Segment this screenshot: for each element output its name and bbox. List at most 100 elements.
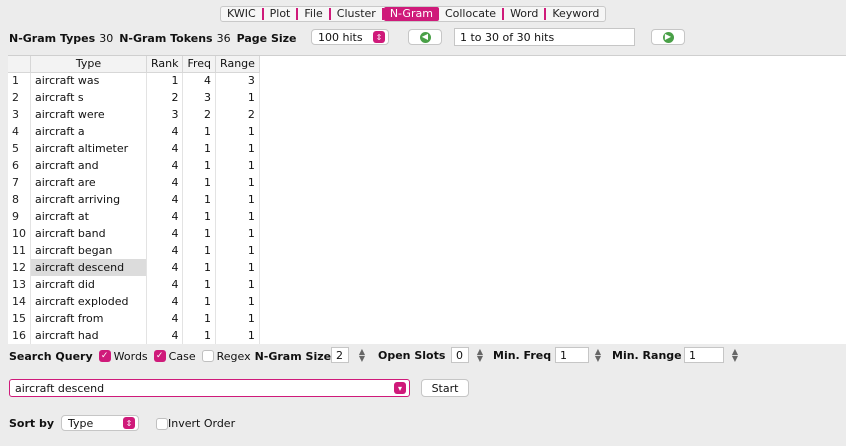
row-index[interactable]: 13 bbox=[8, 276, 31, 293]
row-freq[interactable]: 1 bbox=[182, 276, 217, 293]
min-range-stepper-icon[interactable]: ▲ ▼ bbox=[730, 347, 740, 363]
row-range[interactable]: 1 bbox=[215, 123, 260, 140]
table-row[interactable]: 14 aircraft exploded 4 1 1 bbox=[8, 293, 260, 310]
tab-cluster[interactable]: Cluster bbox=[331, 7, 382, 21]
row-rank[interactable]: 4 bbox=[146, 310, 184, 327]
tab-kwic[interactable]: KWIC bbox=[221, 7, 262, 21]
row-rank[interactable]: 4 bbox=[146, 174, 184, 191]
table-row[interactable]: 6 aircraft and 4 1 1 bbox=[8, 157, 260, 174]
row-freq[interactable]: 1 bbox=[182, 123, 217, 140]
chevron-down-icon[interactable]: ▾ bbox=[394, 382, 406, 394]
ngram-size-spinner[interactable]: 2 bbox=[331, 347, 349, 363]
table-row[interactable]: 15 aircraft from 4 1 1 bbox=[8, 310, 260, 327]
row-freq[interactable]: 1 bbox=[182, 208, 217, 225]
row-rank[interactable]: 4 bbox=[146, 123, 184, 140]
row-rank[interactable]: 2 bbox=[146, 89, 184, 106]
row-rank[interactable]: 4 bbox=[146, 259, 184, 276]
row-type[interactable]: aircraft s bbox=[30, 89, 147, 106]
open-slots-spinner[interactable]: 0 bbox=[451, 347, 469, 363]
row-rank[interactable]: 4 bbox=[146, 293, 184, 310]
min-range-spinner[interactable]: 1 bbox=[684, 347, 724, 363]
row-range[interactable]: 1 bbox=[215, 259, 260, 276]
search-query-input[interactable]: aircraft descend ▾ bbox=[9, 379, 410, 397]
row-rank[interactable]: 4 bbox=[146, 208, 184, 225]
table-row[interactable]: 3 aircraft were 3 2 2 bbox=[8, 106, 260, 123]
row-index[interactable]: 6 bbox=[8, 157, 31, 174]
row-rank[interactable]: 4 bbox=[146, 191, 184, 208]
row-type[interactable]: aircraft exploded bbox=[30, 293, 147, 310]
row-freq[interactable]: 1 bbox=[182, 225, 217, 242]
table-row[interactable]: 7 aircraft are 4 1 1 bbox=[8, 174, 260, 191]
row-type[interactable]: aircraft had bbox=[30, 327, 147, 344]
row-freq[interactable]: 1 bbox=[182, 140, 217, 157]
table-row[interactable]: 4 aircraft a411 bbox=[8, 123, 260, 140]
row-type[interactable]: aircraft at bbox=[30, 208, 147, 225]
row-rank[interactable]: 4 bbox=[146, 225, 184, 242]
row-freq[interactable]: 1 bbox=[182, 327, 217, 344]
row-type[interactable]: aircraft a bbox=[30, 123, 147, 140]
start-button[interactable]: Start bbox=[421, 379, 469, 397]
row-freq[interactable]: 3 bbox=[182, 89, 217, 106]
row-freq[interactable]: 4 bbox=[182, 72, 217, 89]
row-rank[interactable]: 4 bbox=[146, 276, 184, 293]
row-freq[interactable]: 1 bbox=[182, 242, 217, 259]
row-type[interactable]: aircraft band bbox=[30, 225, 147, 242]
row-range[interactable]: 1 bbox=[215, 293, 260, 310]
regex-checkbox[interactable] bbox=[201, 350, 214, 362]
row-range[interactable]: 3 bbox=[215, 72, 260, 89]
row-type[interactable]: aircraft did bbox=[30, 276, 147, 293]
table-row[interactable]: 16 aircraft had 4 1 1 bbox=[8, 327, 260, 344]
row-index[interactable]: 7 bbox=[8, 174, 31, 191]
row-freq[interactable]: 1 bbox=[182, 157, 217, 174]
row-range[interactable]: 1 bbox=[215, 191, 260, 208]
row-type[interactable]: aircraft descend bbox=[30, 259, 147, 276]
min-freq-spinner[interactable]: 1 bbox=[555, 347, 589, 363]
row-freq[interactable]: 1 bbox=[182, 174, 217, 191]
table-row[interactable]: 9 aircraft at 4 1 1 bbox=[8, 208, 260, 225]
row-type[interactable]: aircraft began bbox=[30, 242, 147, 259]
table-row[interactable]: 1 aircraft was 1 4 3 bbox=[8, 72, 260, 89]
row-range[interactable]: 1 bbox=[215, 310, 260, 327]
row-type[interactable]: aircraft was bbox=[30, 72, 147, 89]
table-row[interactable]: 2 aircraft s231 bbox=[8, 89, 260, 106]
column-header-range[interactable]: Range bbox=[215, 56, 260, 73]
row-index[interactable]: 9 bbox=[8, 208, 31, 225]
row-index[interactable]: 16 bbox=[8, 327, 31, 344]
previous-page-button[interactable]: ◀ bbox=[408, 29, 442, 45]
row-range[interactable]: 1 bbox=[215, 276, 260, 293]
row-range[interactable]: 2 bbox=[215, 106, 260, 123]
table-row[interactable]: 10 aircraft band 4 1 1 bbox=[8, 225, 260, 242]
min-freq-stepper-icon[interactable]: ▲ ▼ bbox=[593, 347, 603, 363]
ngram-size-stepper-icon[interactable]: ▲ ▼ bbox=[357, 347, 367, 363]
row-type[interactable]: aircraft from bbox=[30, 310, 147, 327]
row-range[interactable]: 1 bbox=[215, 157, 260, 174]
row-index[interactable]: 10 bbox=[8, 225, 31, 242]
next-page-button[interactable]: ▶ bbox=[651, 29, 685, 45]
row-rank[interactable]: 4 bbox=[146, 157, 184, 174]
tab-collocate[interactable]: Collocate bbox=[439, 7, 502, 21]
tab-keyword[interactable]: Keyword bbox=[546, 7, 605, 21]
row-range[interactable]: 1 bbox=[215, 327, 260, 344]
column-header-freq[interactable]: Freq bbox=[182, 56, 217, 73]
row-freq[interactable]: 2 bbox=[182, 106, 217, 123]
row-index[interactable]: 1 bbox=[8, 72, 31, 89]
row-rank[interactable]: 3 bbox=[146, 106, 184, 123]
table-row[interactable]: 5 aircraft altimeter 4 1 1 bbox=[8, 140, 260, 157]
row-index[interactable]: 8 bbox=[8, 191, 31, 208]
row-index[interactable]: 14 bbox=[8, 293, 31, 310]
row-freq[interactable]: 1 bbox=[182, 310, 217, 327]
row-index[interactable]: 5 bbox=[8, 140, 31, 157]
row-type[interactable]: aircraft were bbox=[30, 106, 147, 123]
row-index[interactable]: 3 bbox=[8, 106, 31, 123]
sort-by-select[interactable]: Type ⇕ bbox=[61, 415, 139, 431]
tab-file[interactable]: File bbox=[298, 7, 328, 21]
row-index[interactable]: 11 bbox=[8, 242, 31, 259]
row-range[interactable]: 1 bbox=[215, 208, 260, 225]
row-freq[interactable]: 1 bbox=[182, 259, 217, 276]
row-range[interactable]: 1 bbox=[215, 174, 260, 191]
row-type[interactable]: aircraft are bbox=[30, 174, 147, 191]
row-range[interactable]: 1 bbox=[215, 225, 260, 242]
row-index[interactable]: 2 bbox=[8, 89, 31, 106]
table-row[interactable]: 13 aircraft did 4 1 1 bbox=[8, 276, 260, 293]
page-size-select[interactable]: 100 hits ⇕ bbox=[311, 29, 389, 45]
